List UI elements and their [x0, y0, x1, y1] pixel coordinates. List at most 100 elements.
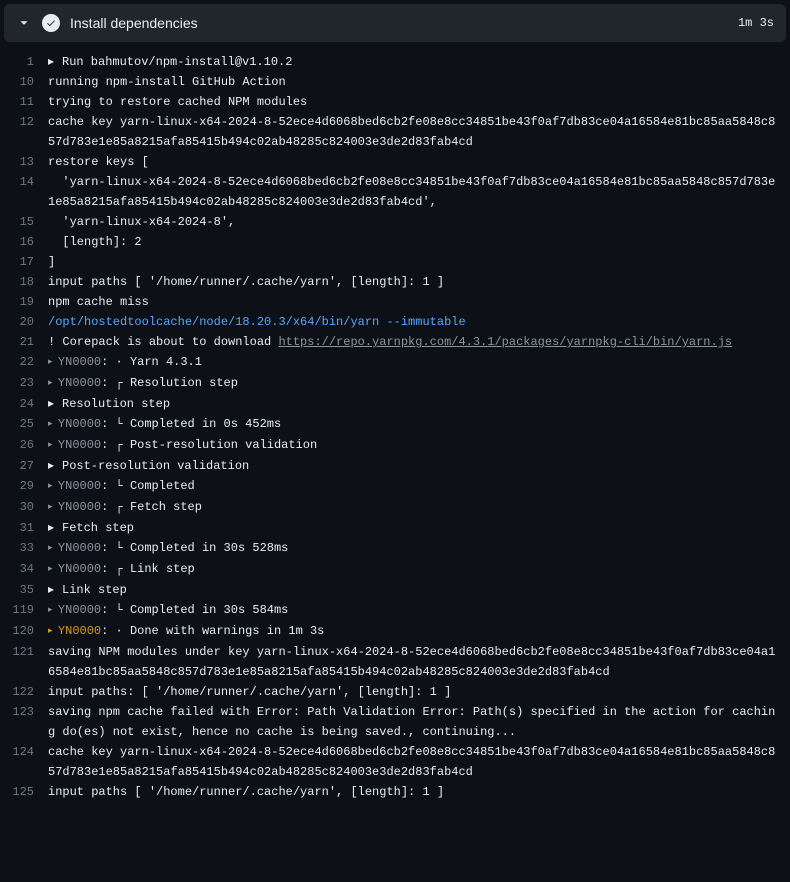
log-line[interactable]: 13restore keys [ — [0, 152, 790, 172]
log-line[interactable]: 17] — [0, 252, 790, 272]
log-segment: ▸ — [48, 543, 58, 553]
log-line[interactable]: 10running npm-install GitHub Action — [0, 72, 790, 92]
log-line[interactable]: 31▸ Fetch step — [0, 518, 790, 538]
log-segment: ▸ — [48, 518, 62, 538]
line-number[interactable]: 27 — [0, 456, 48, 476]
log-line[interactable]: 24▸ Resolution step — [0, 394, 790, 414]
log-segment: 'yarn-linux-x64-2024-8-52ece4d6068bed6cb… — [48, 175, 775, 209]
line-content: ] — [48, 252, 790, 272]
line-number[interactable]: 19 — [0, 292, 48, 312]
line-number[interactable]: 34 — [0, 559, 48, 579]
line-number[interactable]: 120 — [0, 621, 48, 641]
line-number[interactable]: 124 — [0, 742, 48, 762]
line-number[interactable]: 20 — [0, 312, 48, 332]
log-line[interactable]: 12cache key yarn-linux-x64-2024-8-52ece4… — [0, 112, 790, 152]
log-segment: : └ Completed in 0s 452ms — [101, 417, 281, 431]
log-line[interactable]: 22▸ YN0000: · Yarn 4.3.1 — [0, 352, 790, 373]
step-header[interactable]: Install dependencies 1m 3s — [4, 4, 786, 42]
log-line[interactable]: 19npm cache miss — [0, 292, 790, 312]
log-line[interactable]: 27▸ Post-resolution validation — [0, 456, 790, 476]
log-line[interactable]: 122input paths: [ '/home/runner/.cache/y… — [0, 682, 790, 702]
log-segment: : └ Completed — [101, 479, 195, 493]
log-line[interactable]: 33▸ YN0000: └ Completed in 30s 528ms — [0, 538, 790, 559]
line-number[interactable]: 30 — [0, 497, 48, 517]
log-line[interactable]: 11trying to restore cached NPM modules — [0, 92, 790, 112]
line-content: input paths [ '/home/runner/.cache/yarn'… — [48, 272, 790, 292]
log-segment: YN0000 — [58, 479, 101, 493]
log-line[interactable]: 34▸ YN0000: ┌ Link step — [0, 559, 790, 580]
log-line[interactable]: 29▸ YN0000: └ Completed — [0, 476, 790, 497]
log-segment: : └ Completed in 30s 528ms — [101, 541, 288, 555]
line-number[interactable]: 35 — [0, 580, 48, 600]
log-output[interactable]: 1▸ Run bahmutov/npm-install@v1.10.210run… — [0, 42, 790, 802]
line-number[interactable]: 18 — [0, 272, 48, 292]
line-number[interactable]: 125 — [0, 782, 48, 802]
line-number[interactable]: 119 — [0, 600, 48, 620]
step-elapsed: 1m 3s — [738, 16, 774, 30]
line-number[interactable]: 23 — [0, 373, 48, 393]
log-line[interactable]: 121saving NPM modules under key yarn-lin… — [0, 642, 790, 682]
line-number[interactable]: 10 — [0, 72, 48, 92]
log-segment: running npm-install GitHub Action — [48, 75, 286, 89]
line-content: ▸ YN0000: · Done with warnings in 1m 3s — [48, 621, 790, 642]
line-number[interactable]: 122 — [0, 682, 48, 702]
line-number[interactable]: 24 — [0, 394, 48, 414]
line-number[interactable]: 1 — [0, 52, 48, 72]
line-number[interactable]: 22 — [0, 352, 48, 372]
log-line[interactable]: 120▸ YN0000: · Done with warnings in 1m … — [0, 621, 790, 642]
line-number[interactable]: 16 — [0, 232, 48, 252]
log-line[interactable]: 30▸ YN0000: ┌ Fetch step — [0, 497, 790, 518]
log-line[interactable]: 35▸ Link step — [0, 580, 790, 600]
log-segment: trying to restore cached NPM modules — [48, 95, 307, 109]
log-segment: ▸ — [48, 502, 58, 512]
line-content: [length]: 2 — [48, 232, 790, 252]
line-number[interactable]: 121 — [0, 642, 48, 662]
line-number[interactable]: 11 — [0, 92, 48, 112]
log-line[interactable]: 124cache key yarn-linux-x64-2024-8-52ece… — [0, 742, 790, 782]
line-number[interactable]: 123 — [0, 702, 48, 722]
log-segment: saving NPM modules under key yarn-linux-… — [48, 645, 775, 679]
line-number[interactable]: 25 — [0, 414, 48, 434]
log-line[interactable]: 20/opt/hostedtoolcache/node/18.20.3/x64/… — [0, 312, 790, 332]
line-number[interactable]: 31 — [0, 518, 48, 538]
log-segment[interactable]: https://repo.yarnpkg.com/4.3.1/packages/… — [278, 335, 732, 349]
log-line[interactable]: 25▸ YN0000: └ Completed in 0s 452ms — [0, 414, 790, 435]
line-number[interactable]: 33 — [0, 538, 48, 558]
log-segment: saving npm cache failed with Error: Path… — [48, 705, 775, 739]
log-line[interactable]: 125input paths [ '/home/runner/.cache/ya… — [0, 782, 790, 802]
log-line[interactable]: 21! Corepack is about to download https:… — [0, 332, 790, 352]
log-line[interactable]: 119▸ YN0000: └ Completed in 30s 584ms — [0, 600, 790, 621]
log-segment: : ┌ Resolution step — [101, 376, 238, 390]
log-segment: Run bahmutov/npm-install@v1.10.2 — [62, 55, 292, 69]
log-segment: : · Yarn 4.3.1 — [101, 355, 202, 369]
log-segment: input paths [ '/home/runner/.cache/yarn'… — [48, 785, 444, 799]
line-number[interactable]: 15 — [0, 212, 48, 232]
line-number[interactable]: 17 — [0, 252, 48, 272]
log-line[interactable]: 14 'yarn-linux-x64-2024-8-52ece4d6068bed… — [0, 172, 790, 212]
log-line[interactable]: 15 'yarn-linux-x64-2024-8', — [0, 212, 790, 232]
log-segment: YN0000 — [58, 438, 101, 452]
log-segment: Resolution step — [62, 397, 170, 411]
line-number[interactable]: 13 — [0, 152, 48, 172]
log-line[interactable]: 18input paths [ '/home/runner/.cache/yar… — [0, 272, 790, 292]
line-number[interactable]: 12 — [0, 112, 48, 132]
line-number[interactable]: 26 — [0, 435, 48, 455]
log-line[interactable]: 1▸ Run bahmutov/npm-install@v1.10.2 — [0, 52, 790, 72]
line-number[interactable]: 14 — [0, 172, 48, 192]
line-content: saving npm cache failed with Error: Path… — [48, 702, 790, 742]
log-segment: ▸ — [48, 481, 58, 491]
log-line[interactable]: 123saving npm cache failed with Error: P… — [0, 702, 790, 742]
line-number[interactable]: 21 — [0, 332, 48, 352]
log-segment: YN0000 — [58, 541, 101, 555]
log-segment: ▸ — [48, 394, 62, 414]
line-number[interactable]: 29 — [0, 476, 48, 496]
line-content: cache key yarn-linux-x64-2024-8-52ece4d6… — [48, 112, 790, 152]
log-line[interactable]: 16 [length]: 2 — [0, 232, 790, 252]
chevron-down-icon[interactable] — [16, 15, 32, 31]
line-content: running npm-install GitHub Action — [48, 72, 790, 92]
line-content: saving NPM modules under key yarn-linux-… — [48, 642, 790, 682]
log-line[interactable]: 26▸ YN0000: ┌ Post-resolution validation — [0, 435, 790, 456]
step-title: Install dependencies — [70, 15, 198, 31]
line-content: input paths [ '/home/runner/.cache/yarn'… — [48, 782, 790, 802]
log-line[interactable]: 23▸ YN0000: ┌ Resolution step — [0, 373, 790, 394]
